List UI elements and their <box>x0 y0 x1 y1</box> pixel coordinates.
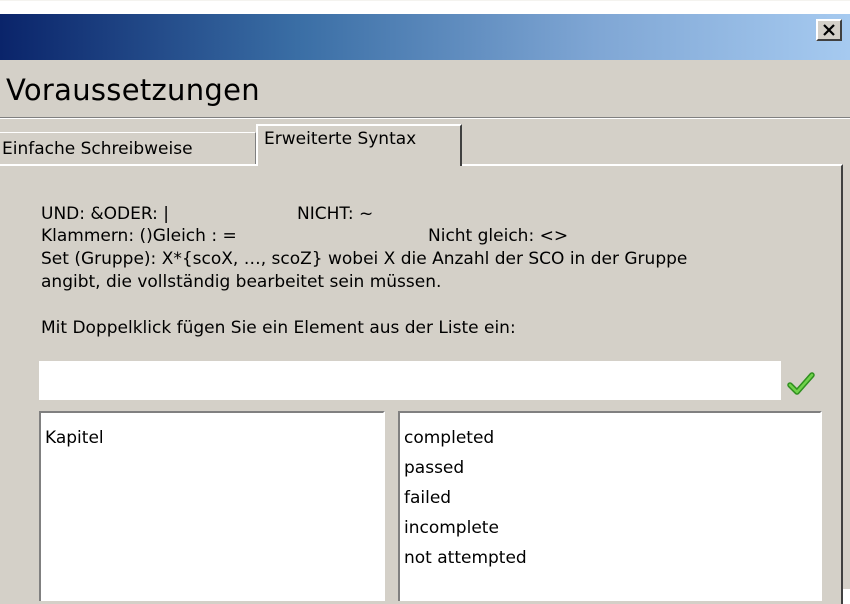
help-set-line2: angibt, die vollständig bearbeitet sein … <box>41 272 442 292</box>
help-set-line1: Set (Gruppe): X*{scoX, …, scoZ} wobei X … <box>41 249 688 269</box>
list-item[interactable]: incomplete <box>404 513 820 543</box>
list-item[interactable]: passed <box>404 453 820 483</box>
help-doubleclick: Mit Doppelklick fügen Sie ein Element au… <box>41 318 516 338</box>
close-icon <box>823 24 835 36</box>
status-list[interactable]: completed passed failed incomplete not a… <box>398 411 822 601</box>
list-item[interactable]: failed <box>404 483 820 513</box>
tab-simple-notation[interactable]: Einfache Schreibweise <box>0 132 256 164</box>
help-brackets-equal: Klammern: ()Gleich : = <box>41 226 237 246</box>
expression-input[interactable] <box>39 361 781 400</box>
close-button[interactable] <box>816 19 842 41</box>
checkmark-icon[interactable] <box>787 371 815 397</box>
dialog-window: Voraussetzungen Einfache Schreibweise Er… <box>0 0 850 604</box>
help-not: NICHT: ~ <box>297 204 374 224</box>
title-separator <box>0 117 850 119</box>
tab-extended-syntax[interactable]: Erweiterte Syntax <box>256 124 462 166</box>
list-item[interactable]: not attempted <box>404 543 820 573</box>
help-and-or: UND: &ODER: | <box>41 204 169 224</box>
top-strip <box>0 1 850 14</box>
help-not-equal: Nicht gleich: <> <box>428 226 569 246</box>
title-bar[interactable] <box>0 14 850 60</box>
page-title: Voraussetzungen <box>6 73 260 107</box>
chapter-list[interactable]: Kapitel <box>39 411 385 601</box>
list-item[interactable]: Kapitel <box>45 423 383 453</box>
list-item[interactable]: completed <box>404 423 820 453</box>
